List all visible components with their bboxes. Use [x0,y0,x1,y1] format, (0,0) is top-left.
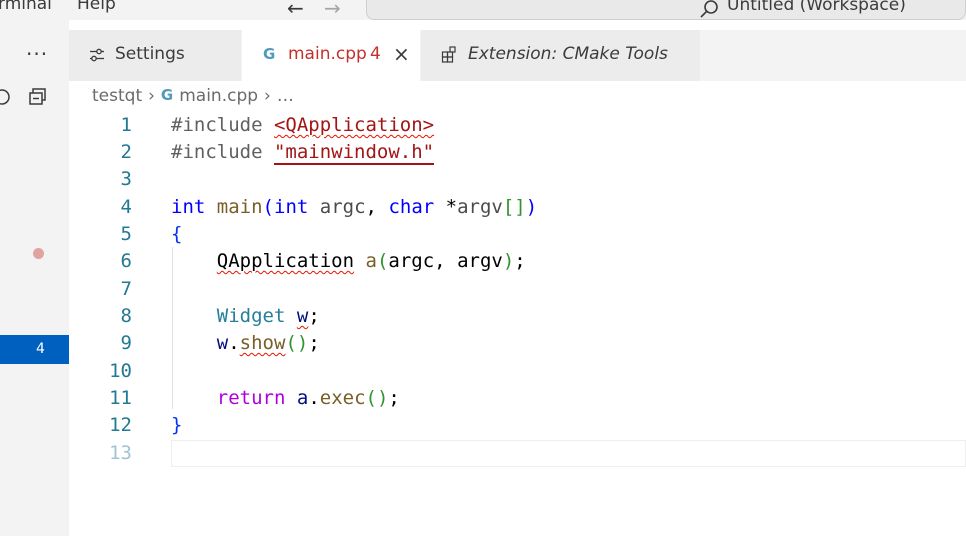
method-name: exec [319,387,366,409]
keyword: char [388,196,435,218]
type-name: QApplication [216,250,355,272]
variable: a [296,387,309,409]
method-name: show [239,332,286,354]
paren: ) [502,250,515,272]
line-number: 11 [109,387,132,409]
tab-settings[interactable]: Settings [69,30,242,81]
line-number: 8 [120,305,132,327]
code-line-8[interactable]: Widget w; [171,303,320,330]
line-number: 10 [109,360,132,382]
breadcrumb-folder[interactable]: testqt [92,86,142,106]
line-number: 7 [120,278,132,300]
parameter: argc [319,196,366,218]
tab-main-cpp[interactable]: G main.cpp 4 × [242,30,421,81]
code-line-2[interactable]: #include "mainwindow.h" [171,139,435,166]
brackets: [] [502,196,526,218]
chevron-right-icon: › [148,86,155,106]
function-name: main [216,196,263,218]
menu-help[interactable]: Help [77,0,116,14]
parameter: argv [457,196,503,218]
line-number: 4 [120,196,132,218]
tab-settings-label: Settings [115,44,185,64]
variable: a [365,250,377,272]
semicolon: ; [308,332,320,354]
forward-arrow-icon[interactable]: → [324,0,341,20]
tab-cmake-label: Extension: CMake Tools [468,44,668,64]
line-number: 5 [120,223,132,245]
title-bar: rminal Help ← → Untitled (Workspace) [0,0,966,20]
semicolon: ; [514,250,526,272]
refresh-icon[interactable] [0,87,12,107]
back-arrow-icon[interactable]: ← [287,0,304,20]
code-line-6[interactable]: QApplication a(argc, argv); [171,248,526,275]
breadcrumb-file[interactable]: main.cpp [179,86,258,106]
paren: ) [525,196,538,218]
chevron-right-icon: › [264,86,271,106]
keyword: int [274,196,309,218]
command-center[interactable]: Untitled (Workspace) [366,0,966,20]
code-line-5[interactable]: { [171,221,182,248]
code-line-11[interactable]: return a.exec(); [171,385,400,412]
brace: } [171,414,183,436]
close-icon[interactable]: × [393,42,410,66]
keyword: return [216,387,286,409]
breakpoint-indicator[interactable] [33,248,44,259]
code-editor[interactable]: 1 2 3 4 5 6 7 8 9 10 11 12 13 #include <… [69,112,966,536]
argument: argv [457,250,503,272]
extension-icon [441,46,456,63]
breadcrumb-more[interactable]: … [277,86,294,106]
workspace-title: Untitled (Workspace) [727,0,906,15]
code-line-9[interactable]: w.show(); [171,330,320,357]
include-header: <QApplication> [273,114,435,136]
paren: () [365,387,389,409]
problems-count-row[interactable]: 4 [0,335,69,364]
code-line-1[interactable]: #include <QApplication> [171,112,434,139]
tab-cmake-extension[interactable]: Extension: CMake Tools [421,30,701,81]
type-name: Widget [216,305,286,327]
variable: w [216,332,229,354]
preprocessor-directive: #include [171,141,274,163]
side-panel: ··· 4 [0,20,69,536]
current-line-highlight [171,440,966,467]
punctuation: * [434,196,458,218]
preprocessor-directive: #include [171,114,274,136]
semicolon: ; [308,305,320,327]
paren: () [285,332,309,354]
breadcrumb: testqt › Gmain.cpp › … [92,86,294,108]
editor-tab-bar: Settings G main.cpp 4 × Extension: CMake… [69,30,966,81]
menu-terminal[interactable]: rminal [0,0,52,14]
code-line-12[interactable]: } [171,412,182,439]
punctuation: . [228,332,240,354]
paren: ( [262,196,274,218]
include-header: "mainwindow.h" [273,141,435,165]
line-number: 12 [109,414,132,436]
problems-count: 4 [36,341,45,357]
punctuation: . [308,387,320,409]
variable: w [296,305,309,327]
line-number: 6 [120,250,132,272]
line-number: 9 [120,332,132,354]
line-number: 2 [120,141,132,163]
c-plus-plus-icon: G [263,45,276,63]
semicolon: ; [388,387,400,409]
line-number: 13 [109,442,132,464]
line-number: 1 [120,114,132,136]
keyword: int [171,196,206,218]
more-actions-icon[interactable]: ··· [26,42,48,66]
paren: ( [376,250,389,272]
brace: { [171,223,183,245]
settings-sliders-icon [90,48,104,62]
punctuation: , [365,196,389,218]
search-icon [700,0,718,18]
tab-problem-badge: 4 [370,44,381,64]
tab-main-cpp-label: main.cpp [288,44,367,64]
code-line-4[interactable]: int main(int argc, char *argv[]) [171,194,537,221]
c-plus-plus-icon: G [160,86,174,104]
punctuation: , [434,250,458,272]
collapse-all-icon[interactable] [28,87,48,107]
argument: argc [388,250,435,272]
line-number: 3 [120,168,132,190]
